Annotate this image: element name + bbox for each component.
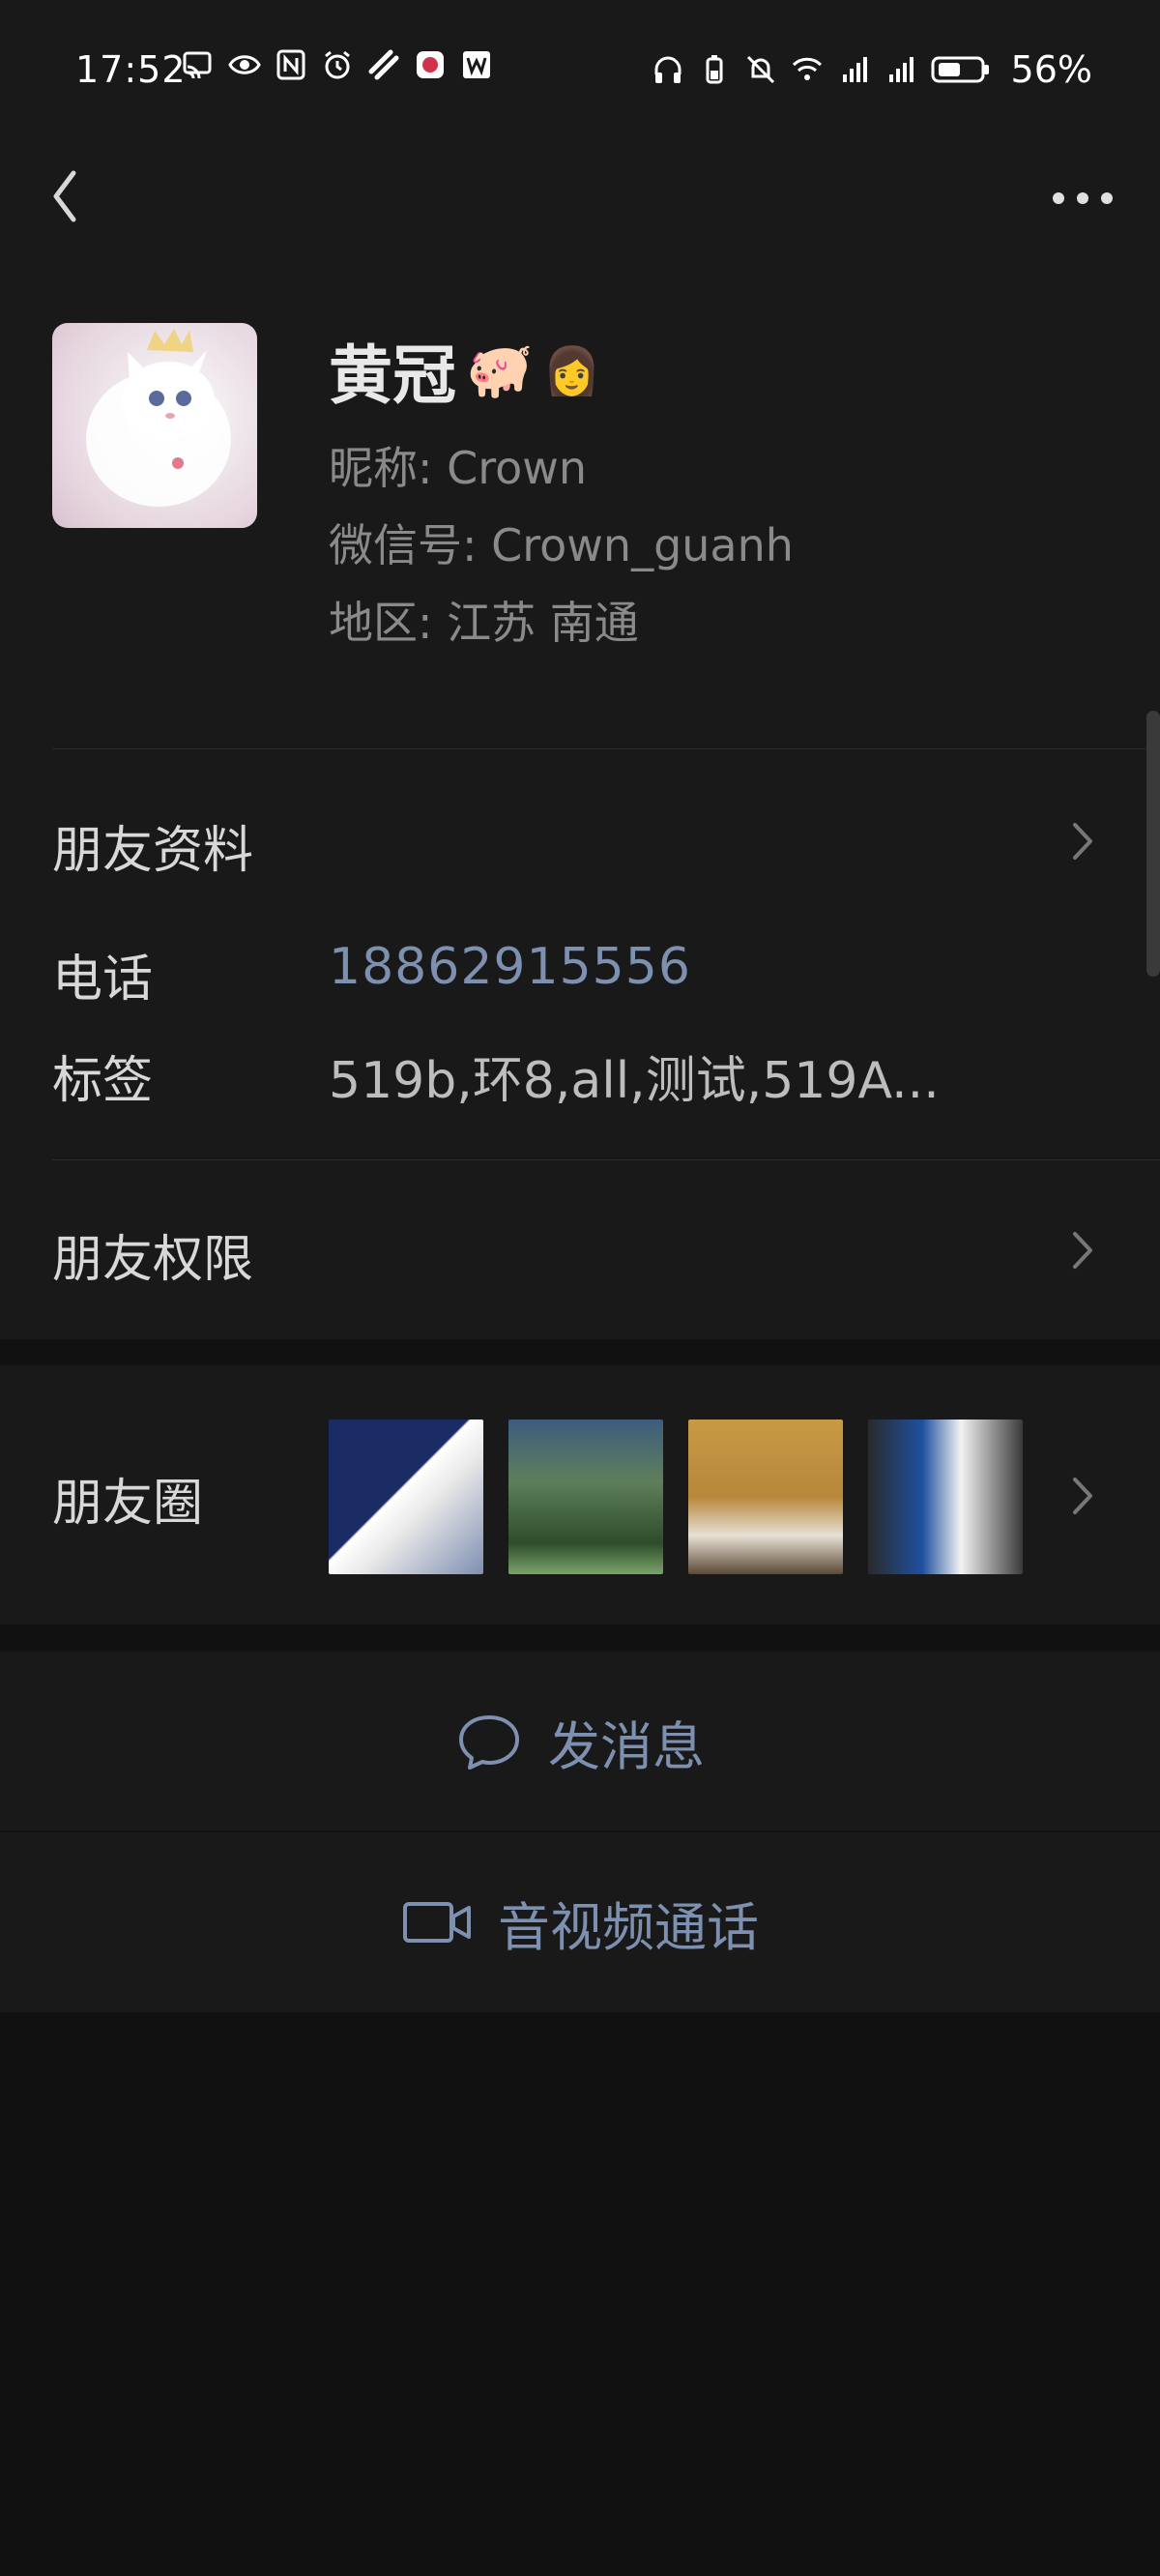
nfc-icon — [275, 48, 307, 81]
moments-thumbnail[interactable] — [508, 1420, 663, 1574]
region-value: 江苏 南通 — [447, 597, 639, 649]
pig-emoji-icon: 🐖 — [466, 339, 534, 402]
back-button[interactable] — [35, 162, 93, 230]
region-line: 地区: 江苏 南通 — [329, 588, 639, 652]
send-message-button[interactable]: 发消息 — [0, 1652, 1160, 1831]
person-emoji-icon: 👩 — [542, 343, 601, 398]
tags-label: 标签 — [52, 1052, 154, 1110]
nickname-value: Crown — [447, 442, 588, 494]
friend-profile-row[interactable]: 朋友资料 — [52, 809, 253, 882]
battery-small-icon — [698, 53, 731, 86]
moments-thumbnails — [329, 1420, 1023, 1574]
alarm-icon — [321, 48, 354, 81]
friend-permissions-row[interactable]: 朋友权限 — [52, 1218, 253, 1291]
wifi-icon — [791, 53, 824, 86]
chevron-right-icon[interactable] — [1063, 1226, 1102, 1274]
eye-icon — [228, 48, 261, 81]
top-nav — [0, 145, 1160, 271]
more-dots-icon — [1053, 192, 1113, 204]
chevron-left-icon — [53, 170, 76, 222]
moments-thumbnail[interactable] — [868, 1420, 1023, 1574]
mute-icon — [744, 53, 777, 86]
nickname-label: 昵称: — [329, 442, 433, 494]
wechat-id-value[interactable]: Crown_guanh — [491, 519, 794, 571]
phone-label: 电话 — [52, 951, 154, 1009]
w-icon — [460, 48, 493, 81]
signal-5g-icon — [837, 53, 870, 86]
status-icons-right: 56% — [652, 48, 1092, 91]
more-button[interactable] — [1044, 174, 1121, 222]
profile-name-text: 黄冠 — [329, 338, 456, 413]
status-icons-left — [182, 48, 493, 81]
battery-icon — [930, 53, 992, 86]
cut-icon — [367, 48, 400, 81]
moments-thumbnail[interactable] — [688, 1420, 843, 1574]
cat-avatar-icon — [86, 329, 231, 507]
chevron-right-icon[interactable] — [1063, 817, 1102, 865]
phone-value[interactable]: 18862915556 — [329, 938, 691, 996]
friend-info-section: 朋友资料 电话 18862915556 标签 519b,环8,all,测试,51… — [0, 749, 1160, 1339]
status-bar: 17:52 56% — [0, 0, 1160, 145]
headphones-icon — [652, 53, 684, 86]
video-call-label: 音视频通话 — [498, 1896, 759, 1958]
profile-header: 黄冠 🐖 👩 昵称: Crown 微信号: Crown_guanh 地区: 江苏… — [0, 271, 1160, 749]
status-time: 17:52 — [75, 48, 187, 91]
video-call-button[interactable]: 音视频通话 — [0, 1832, 1160, 2012]
send-message-label: 发消息 — [548, 1715, 705, 1777]
battery-percent: 56% — [1010, 48, 1092, 91]
region-label: 地区: — [329, 597, 433, 649]
avatar[interactable] — [52, 323, 257, 528]
moments-label: 朋友圈 — [52, 1475, 204, 1533]
chevron-right-icon[interactable] — [1063, 1472, 1102, 1520]
cast-icon — [182, 48, 215, 81]
wechat-id-line: 微信号: Crown_guanh — [329, 511, 794, 574]
divider — [52, 1159, 1160, 1160]
chat-bubble-icon — [459, 1715, 519, 1770]
signal-5g-icon-2 — [884, 53, 916, 86]
wechat-id-label: 微信号: — [329, 519, 478, 571]
scrollbar[interactable] — [1146, 711, 1160, 977]
profile-name: 黄冠 🐖 👩 — [329, 324, 601, 417]
video-camera-icon — [403, 1902, 471, 1943]
moments-section[interactable]: 朋友圈 — [0, 1365, 1160, 1625]
moments-thumbnail[interactable] — [329, 1420, 483, 1574]
nickname-line: 昵称: Crown — [329, 433, 587, 497]
app-icon — [414, 48, 447, 81]
tags-value[interactable]: 519b,环8,all,测试,519A... — [329, 1039, 1102, 1112]
